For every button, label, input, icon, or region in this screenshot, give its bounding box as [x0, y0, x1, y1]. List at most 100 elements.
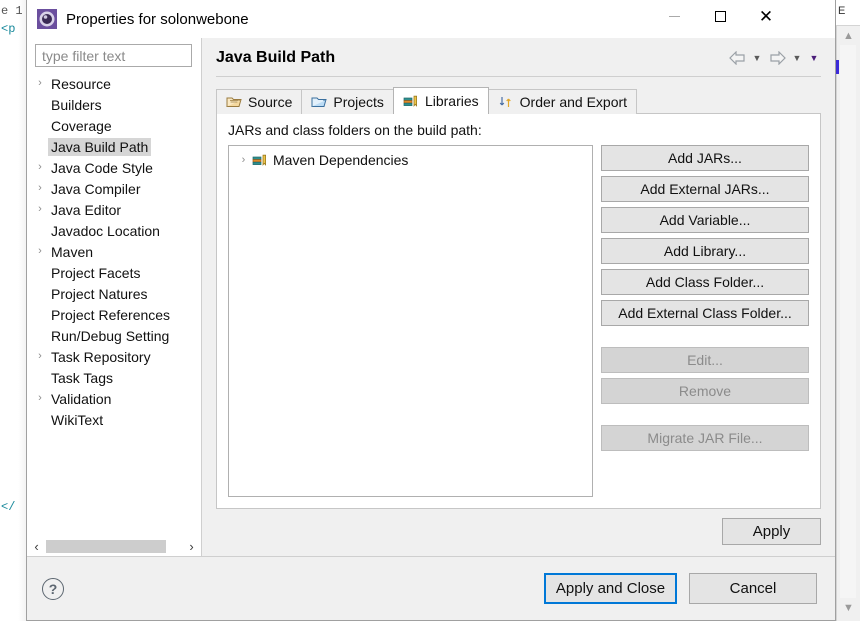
sidebar-item-project-natures[interactable]: Project Natures	[27, 283, 201, 304]
sidebar-item-coverage[interactable]: Coverage	[27, 115, 201, 136]
minimize-icon	[669, 16, 680, 17]
libraries-books-icon	[403, 93, 419, 109]
sidebar-item-resource[interactable]: ›Resource	[27, 73, 201, 94]
sidebar-item-label: Coverage	[48, 117, 115, 135]
libraries-books-icon	[252, 152, 268, 168]
chevron-right-icon[interactable]: ›	[32, 351, 48, 362]
settings-tree[interactable]: ›ResourceBuilders Coverage Java Build Path…	[27, 71, 201, 535]
order-export-arrows-icon	[498, 94, 514, 110]
close-button[interactable]: ✕	[743, 0, 789, 32]
sidebar-item-label: Project References	[48, 306, 173, 324]
footer-buttons: Apply and Close Cancel	[544, 573, 817, 604]
search-input[interactable]	[40, 47, 187, 65]
view-menu-chevron-down-icon[interactable]: ▼	[807, 49, 821, 67]
eclipse-icon	[37, 9, 57, 29]
add-external-class-folder-button[interactable]: Add External Class Folder...	[601, 300, 809, 326]
background-code-fragment-1: e 1	[1, 4, 23, 18]
filter-box[interactable]	[35, 44, 192, 67]
cancel-button[interactable]: Cancel	[689, 573, 817, 604]
sidebar-item-task-tags[interactable]: Task Tags	[27, 367, 201, 388]
sidebar-item-java-editor[interactable]: ›Java Editor	[27, 199, 201, 220]
remove-button: Remove	[601, 378, 809, 404]
scrollbar-track[interactable]	[46, 540, 182, 553]
sidebar-item-label: Maven	[48, 243, 96, 261]
sidebar-horizontal-scrollbar[interactable]: ‹ ›	[27, 535, 201, 556]
projects-folder-icon	[311, 94, 327, 110]
sidebar-item-maven[interactable]: ›Maven	[27, 241, 201, 262]
chevron-right-icon[interactable]: ›	[32, 162, 48, 173]
sidebar-item-java-code-style[interactable]: ›Java Code Style	[27, 157, 201, 178]
sidebar-item-javadoc-location[interactable]: Javadoc Location	[27, 220, 201, 241]
sidebar-item-label: Java Build Path	[48, 138, 151, 156]
back-arrow-icon[interactable]	[727, 49, 747, 67]
background-editor-tab: E	[836, 0, 860, 26]
tab-libraries[interactable]: Libraries	[393, 87, 489, 114]
tab-label: Projects	[333, 94, 384, 110]
tab-label: Order and Export	[520, 94, 627, 110]
edit-button: Edit...	[601, 347, 809, 373]
chevron-right-icon[interactable]: ›	[32, 393, 48, 404]
sidebar-item-run-debug-setting[interactable]: Run/Debug Setting	[27, 325, 201, 346]
sidebar-item-label: Java Code Style	[48, 159, 156, 177]
add-jars-button[interactable]: Add JARs...	[601, 145, 809, 171]
migrate-jar-file-button: Migrate JAR File...	[601, 425, 809, 451]
maximize-button[interactable]	[697, 0, 743, 32]
chevron-right-icon[interactable]: ›	[32, 246, 48, 257]
source-folder-icon	[226, 94, 242, 110]
sidebar-item-validation[interactable]: ›Validation	[27, 388, 201, 409]
background-scroll-up-icon[interactable]: ▲	[840, 28, 857, 45]
background-vertical-scrollbar[interactable]	[840, 45, 856, 598]
sidebar-item-label: Task Tags	[48, 369, 116, 387]
sidebar-item-label: Java Compiler	[48, 180, 143, 198]
sidebar-item-builders[interactable]: Builders	[27, 94, 201, 115]
settings-content-panel: Java Build Path ▼ ▼ ▼	[201, 38, 835, 556]
apply-button[interactable]: Apply	[722, 518, 821, 545]
add-external-jars-button[interactable]: Add External JARs...	[601, 176, 809, 202]
scrollbar-thumb[interactable]	[46, 540, 166, 553]
sidebar-item-project-references[interactable]: Project References	[27, 304, 201, 325]
tab-strip: Source Projects Libraries Order and Export	[216, 87, 821, 114]
dialog-title: Properties for solonwebone	[66, 11, 249, 28]
navigation-controls: ▼ ▼ ▼	[727, 49, 821, 67]
maximize-icon	[715, 11, 726, 22]
scroll-left-icon[interactable]: ‹	[27, 537, 46, 556]
libraries-tab-panel: JARs and class folders on the build path…	[216, 113, 821, 509]
background-scroll-down-icon[interactable]: ▼	[840, 600, 857, 617]
sidebar-item-label: Project Natures	[48, 285, 150, 303]
add-library-button[interactable]: Add Library...	[601, 238, 809, 264]
sidebar-item-project-facets[interactable]: Project Facets	[27, 262, 201, 283]
sidebar-item-label: Project Facets	[48, 264, 143, 282]
tab-label: Source	[248, 94, 292, 110]
build-path-entries-list[interactable]: ›Maven Dependencies	[228, 145, 593, 497]
list-item[interactable]: ›Maven Dependencies	[229, 149, 592, 171]
panel-description: JARs and class folders on the build path…	[228, 122, 809, 138]
dialog-footer: ? Apply and Close Cancel	[27, 556, 835, 620]
dialog-titlebar[interactable]: Properties for solonwebone ✕	[27, 0, 835, 38]
sidebar-item-label: Run/Debug Setting	[48, 327, 172, 345]
sidebar-item-label: Validation	[48, 390, 114, 408]
chevron-right-icon[interactable]: ›	[32, 78, 48, 89]
sidebar-item-wikitext[interactable]: WikiText	[27, 409, 201, 430]
panel-content: ›Maven Dependencies Add JARs... Add Exter…	[228, 145, 809, 497]
sidebar-item-label: Java Editor	[48, 201, 124, 219]
minimize-button[interactable]	[651, 0, 697, 32]
chevron-right-icon[interactable]: ›	[32, 183, 48, 194]
chevron-right-icon[interactable]: ›	[32, 204, 48, 215]
apply-and-close-button[interactable]: Apply and Close	[544, 573, 677, 604]
scroll-right-icon[interactable]: ›	[182, 537, 201, 556]
sidebar-item-java-build-path[interactable]: Java Build Path	[27, 136, 201, 157]
forward-history-chevron-down-icon[interactable]: ▼	[790, 49, 804, 67]
help-icon[interactable]: ?	[42, 578, 64, 600]
tab-order-and-export[interactable]: Order and Export	[488, 89, 637, 114]
sidebar-item-java-compiler[interactable]: ›Java Compiler	[27, 178, 201, 199]
dialog-body: ›ResourceBuilders Coverage Java Build Path…	[27, 38, 835, 556]
forward-arrow-icon[interactable]	[767, 49, 787, 67]
add-variable-button[interactable]: Add Variable...	[601, 207, 809, 233]
back-history-chevron-down-icon[interactable]: ▼	[750, 49, 764, 67]
tab-projects[interactable]: Projects	[301, 89, 394, 114]
add-class-folder-button[interactable]: Add Class Folder...	[601, 269, 809, 295]
settings-sidebar: ›ResourceBuilders Coverage Java Build Path…	[27, 38, 201, 556]
chevron-right-icon[interactable]: ›	[235, 154, 252, 166]
sidebar-item-task-repository[interactable]: ›Task Repository	[27, 346, 201, 367]
tab-source[interactable]: Source	[216, 89, 302, 114]
